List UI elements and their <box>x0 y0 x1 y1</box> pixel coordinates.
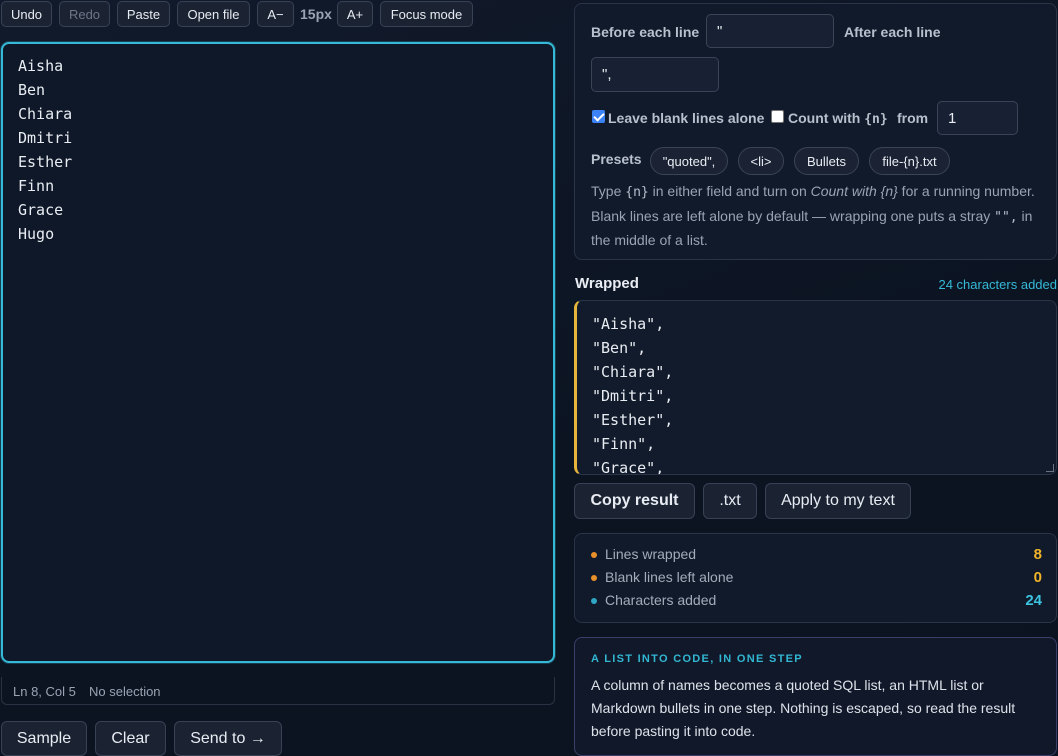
stat-value: 0 <box>1033 569 1042 586</box>
from-input[interactable]: 1 <box>937 101 1018 135</box>
after-label: After each line <box>844 24 941 40</box>
count-label-text: Count with <box>788 110 865 126</box>
result-line: "Grace", <box>592 459 665 475</box>
result-line: "Aisha", <box>592 315 665 333</box>
preset-file-n[interactable]: file-{n}.txt <box>869 147 950 175</box>
tip-body: A column of names becomes a quoted SQL l… <box>591 677 1016 739</box>
editor-line: Grace <box>18 201 64 219</box>
stats-panel: Lines wrapped 8 Blank lines left alone 0… <box>574 533 1057 623</box>
editor-line: Ben <box>18 81 46 99</box>
stat-characters-added: Characters added 24 <box>591 592 1042 612</box>
tip-heading: A LIST INTO CODE, IN ONE STEP <box>591 653 803 665</box>
undo-button[interactable]: Undo <box>1 1 52 27</box>
editor-status-bar: Ln 8, Col 5 No selection <box>1 677 555 705</box>
sample-button[interactable]: Sample <box>1 721 87 756</box>
stat-label: Blank lines left alone <box>605 569 734 585</box>
stat-lines-wrapped: Lines wrapped 8 <box>591 546 1042 566</box>
selection-status: No selection <box>89 684 161 699</box>
font-smaller-button[interactable]: A− <box>257 1 294 27</box>
focus-mode-button[interactable]: Focus mode <box>380 1 473 27</box>
result-line: "Finn", <box>592 435 656 453</box>
result-output[interactable]: "Aisha", "Ben", "Chiara", "Dmitri", "Est… <box>574 300 1057 475</box>
apply-to-text-button[interactable]: Apply to my text <box>765 483 911 519</box>
leave-blank-checkbox[interactable] <box>592 110 605 123</box>
editor-line: Hugo <box>18 225 55 243</box>
from-label: from <box>897 110 929 126</box>
editor-line: Esther <box>18 153 73 171</box>
tip-card: A LIST INTO CODE, IN ONE STEP A column o… <box>574 637 1057 756</box>
download-txt-button[interactable]: .txt <box>703 483 757 519</box>
options-panel: Before each line " After each line ", Le… <box>574 3 1057 260</box>
result-title: Wrapped <box>575 275 639 292</box>
font-size-readout: 15px <box>300 6 332 22</box>
presets-label: Presets <box>591 151 642 167</box>
result-line: "Chiara", <box>592 363 674 381</box>
stat-value: 8 <box>1033 546 1042 563</box>
result-line: "Ben", <box>592 339 647 357</box>
result-line: "Esther", <box>592 411 674 429</box>
preset-bullets[interactable]: Bullets <box>794 147 859 175</box>
stat-dot-icon <box>591 552 597 558</box>
characters-added-note: 24 characters added <box>938 277 1057 292</box>
before-label: Before each line <box>591 24 700 40</box>
stat-dot-icon <box>591 598 597 604</box>
paste-button[interactable]: Paste <box>117 1 170 27</box>
stat-dot-icon <box>591 575 597 581</box>
send-to-button[interactable]: Send to → <box>174 721 282 756</box>
open-file-button[interactable]: Open file <box>177 1 250 27</box>
editor-line: Finn <box>18 177 55 195</box>
editor-line: Chiara <box>18 105 73 123</box>
options-help-text: Type {n} in either field and turn on Cou… <box>591 183 1035 248</box>
cursor-position: Ln 8, Col 5 <box>13 684 76 699</box>
resize-grip-icon[interactable] <box>1046 464 1054 472</box>
preset-quoted[interactable]: "quoted", <box>650 147 728 175</box>
count-checkbox[interactable] <box>771 110 784 123</box>
stat-value: 24 <box>1025 592 1042 609</box>
stat-label: Lines wrapped <box>605 546 697 562</box>
leave-blank-label: Leave blank lines alone <box>608 110 765 126</box>
preset-li[interactable]: <li> <box>738 147 784 175</box>
result-line: "Dmitri", <box>592 387 674 405</box>
input-editor[interactable]: Aisha Ben Chiara Dmitri Esther Finn Grac… <box>1 42 555 663</box>
editor-line: Aisha <box>18 57 64 75</box>
stat-blank-lines: Blank lines left alone 0 <box>591 569 1042 589</box>
after-input[interactable]: ", <box>591 57 719 92</box>
count-token: {n} <box>864 112 888 127</box>
font-larger-button[interactable]: A+ <box>337 1 373 27</box>
before-input[interactable]: " <box>706 14 834 48</box>
copy-result-button[interactable]: Copy result <box>574 483 695 519</box>
clear-button[interactable]: Clear <box>95 721 166 756</box>
stat-label: Characters added <box>605 592 717 608</box>
count-label: Count with {n} <box>788 110 888 127</box>
editor-line: Dmitri <box>18 129 73 147</box>
redo-button[interactable]: Redo <box>59 1 110 27</box>
